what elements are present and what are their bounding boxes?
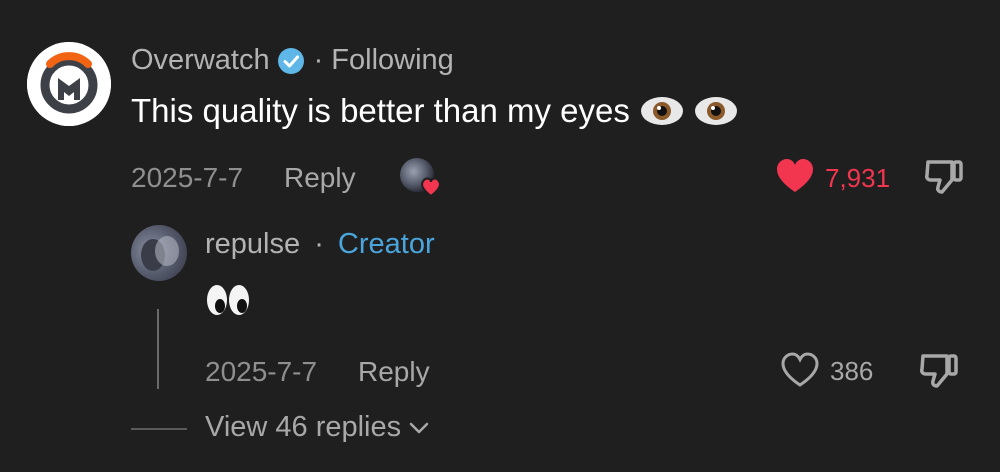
thread-line (157, 309, 159, 389)
separator-dot: · (314, 228, 324, 260)
reply-button[interactable]: Reply (358, 356, 430, 388)
avatar-repulse[interactable] (131, 225, 187, 281)
heart-outline-icon (781, 352, 819, 387)
creator-badge: Creator (337, 228, 435, 260)
chevron-down-icon (409, 422, 429, 433)
reply-author-line: repulse · Creator (205, 228, 435, 261)
reply-date: 2025-7-7 (205, 356, 318, 387)
heart-icon (777, 159, 813, 192)
comment-text: This quality is better than my eyes (131, 92, 738, 130)
thumbs-down-icon (920, 354, 958, 388)
dislike-button[interactable] (917, 352, 959, 390)
creator-liked-avatar-icon (398, 156, 444, 198)
comment-date: 2025-7-7 (131, 162, 244, 193)
like-button[interactable] (775, 157, 815, 195)
dislike-button[interactable] (922, 158, 964, 196)
like-button[interactable] (780, 351, 820, 389)
overwatch-logo-icon (27, 42, 111, 126)
like-count: 7,931 (825, 163, 891, 193)
view-replies-button[interactable]: View 46 replies (205, 411, 431, 444)
like-count: 386 (830, 356, 874, 386)
view-replies-label: View 46 replies (205, 411, 402, 443)
reply-text (206, 284, 250, 316)
reply-author-name[interactable]: repulse (205, 228, 300, 260)
eyes-emoji-icon (694, 95, 738, 127)
reply-button[interactable]: Reply (284, 162, 356, 194)
separator-dot: · (313, 44, 324, 76)
view-replies-divider (131, 428, 187, 430)
comment-author-line: Overwatch · Following (131, 44, 454, 77)
eyes-emoji-icon (640, 95, 684, 127)
thumbs-down-icon (925, 160, 963, 194)
comment-author-name[interactable]: Overwatch (131, 44, 270, 77)
following-label[interactable]: Following (331, 44, 454, 77)
eyes-emoji-icon (207, 285, 249, 315)
avatar-overwatch[interactable] (27, 42, 111, 126)
comment-body: This quality is better than my eyes (131, 92, 630, 129)
verified-badge-icon (277, 47, 304, 74)
